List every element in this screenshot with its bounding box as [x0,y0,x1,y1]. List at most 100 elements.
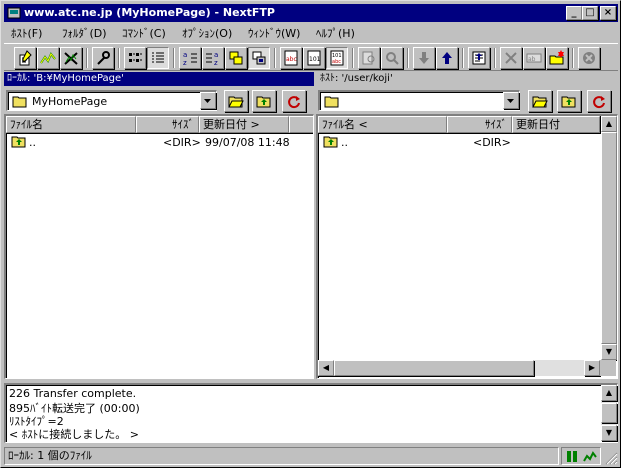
download-button[interactable] [413,47,435,69]
mirror-icon [252,51,266,65]
toolbar: az az abc 101 101 abc ab [4,43,618,71]
table-row[interactable]: .. <DIR> 99/07/08 11:48 [9,135,309,150]
window-title: www.atc.ne.jp (MyHomePage) - NextFTP [24,6,275,19]
menu-command[interactable]: ｺﾏﾝﾄﾞ(C) [122,25,166,41]
local-file-list[interactable]: ﾌｧｲﾙ名 ｻｲｽﾞ 更新日付 > .. <DIR> 99/07/08 11:4… [4,114,314,379]
close-button[interactable]: × [600,6,616,20]
scroll-right-button[interactable]: ▶ [584,360,600,376]
menu-bar: ﾎｽﾄ(F) ﾌｫﾙﾀﾞ(D) ｺﾏﾝﾄﾞ(C) ｵﾌﾟｼｮﾝ(O) ｳｨﾝﾄﾞ… [4,23,618,41]
pause-indicator-icon [567,451,577,462]
view-file-button[interactable] [381,47,403,69]
scroll-thumb[interactable] [601,403,617,423]
log-panel[interactable]: 226 Transfer complete. 895ﾊﾞｲﾄ転送完了 (00:0… [4,383,618,443]
remote-horizontal-scrollbar[interactable]: ◀ ▶ [318,360,600,376]
menu-option[interactable]: ｵﾌﾟｼｮﾝ(O) [182,25,232,41]
table-row[interactable]: .. <DIR> [321,135,591,150]
file-name: .. [29,136,36,149]
remote-folder-combo[interactable] [318,90,520,111]
remote-browse-folder-button[interactable] [528,90,552,112]
toolbar-separator [86,48,88,68]
scroll-down-button[interactable]: ▼ [601,344,617,360]
connection-activity-icon [583,451,597,462]
scroll-left-button[interactable]: ◀ [318,360,334,376]
file-date: 99/07/08 11:48 [205,136,290,149]
refresh-icon [593,96,605,109]
svg-text:abc: abc [286,56,297,63]
file-name: .. [341,136,348,149]
sort-ascending-button[interactable]: az [179,47,201,69]
scroll-thumb[interactable] [601,132,617,344]
find-file-icon [362,51,375,65]
scroll-up-button[interactable]: ▲ [601,385,617,401]
maximize-button[interactable]: □ [582,6,598,20]
log-vertical-scrollbar[interactable]: ▲ ▼ [601,385,617,441]
remote-refresh-button[interactable] [587,90,611,112]
sort-descending-button[interactable]: az [202,47,224,69]
menu-help[interactable]: ﾍﾙﾌﾟ(H) [316,25,355,41]
local-folder-combo[interactable]: MyHomePage [6,90,217,111]
ascii-mode-icon: abc [284,50,298,66]
rename-button[interactable]: ab [523,47,545,69]
disconnect-button[interactable] [60,47,82,69]
svg-text:z: z [214,59,218,66]
toolbar-separator [407,48,409,68]
scroll-down-button[interactable]: ▼ [601,425,617,441]
remote-file-list[interactable]: ﾌｧｲﾙ名 < ｻｲｽﾞ 更新日付 .. <DIR> ▲ ▼ ◀ ▶ [316,114,618,379]
sync-folder-button[interactable] [225,47,247,69]
remote-vertical-scrollbar[interactable]: ▲ ▼ [601,116,617,360]
connect-button[interactable] [14,47,36,69]
large-icons-view-button[interactable] [124,47,146,69]
menu-host[interactable]: ﾎｽﾄ(F) [11,25,42,41]
binary-mode-button[interactable]: 101 [303,47,325,69]
local-col-date-header[interactable]: 更新日付 > [199,116,289,133]
file-size: <DIR> [163,136,201,149]
reconnect-button[interactable] [37,47,59,69]
properties-icon [97,51,110,65]
binary-mode-icon: 101 [307,50,321,66]
remote-col-size-header[interactable]: ｻｲｽﾞ [447,116,512,133]
view-file-icon [386,52,399,65]
minimize-button[interactable]: _ [566,6,582,20]
sort-descending-icon: az [206,51,218,66]
new-folder-button[interactable] [546,47,568,69]
ascii-mode-button[interactable]: abc [280,47,302,69]
svg-text:abc: abc [332,59,341,65]
edit-button[interactable] [468,47,490,69]
find-file-button[interactable] [358,47,380,69]
sort-ascending-icon: az [183,51,197,66]
local-combo-dropdown-button[interactable] [200,92,216,109]
upload-button[interactable] [436,47,458,69]
local-col-filler-header [289,116,313,133]
local-refresh-button[interactable] [282,90,306,112]
chevron-down-icon [507,99,514,103]
remote-col-name-header[interactable]: ﾌｧｲﾙ名 < [318,116,447,133]
delete-button[interactable] [500,47,522,69]
remote-parent-folder-button[interactable] [557,90,581,112]
local-browse-folder-button[interactable] [224,90,248,112]
folder-open-icon [532,96,548,108]
title-bar[interactable]: www.atc.ne.jp (MyHomePage) - NextFTP _ □… [4,4,618,22]
log-line: 226 Transfer complete. [9,387,137,400]
properties-button[interactable] [92,47,114,69]
delete-icon [505,52,517,64]
menu-window[interactable]: ｳｨﾝﾄﾞｳ(W) [248,25,300,41]
local-col-name-header[interactable]: ﾌｧｲﾙ名 [6,116,136,133]
remote-col-date-header[interactable]: 更新日付 [512,116,600,133]
stop-button[interactable] [578,47,600,69]
mirror-button[interactable] [248,47,270,69]
local-col-size-header[interactable]: ｻｲｽﾞ [136,116,199,133]
remote-combo-dropdown-button[interactable] [503,92,519,109]
scroll-thumb[interactable] [334,360,534,376]
scroll-up-button[interactable]: ▲ [601,116,617,132]
app-icon [7,7,21,19]
svg-text:101: 101 [309,56,321,63]
local-parent-folder-button[interactable] [252,90,276,112]
auto-mode-button[interactable]: 101 abc [326,47,348,69]
resize-grip-icon[interactable] [604,451,618,465]
toolbar-separator [274,48,276,68]
menu-folder[interactable]: ﾌｫﾙﾀﾞ(D) [62,25,107,41]
connect-icon [19,50,32,66]
details-view-button[interactable] [147,47,169,69]
toolbar-separator [118,48,120,68]
download-icon [419,52,429,64]
